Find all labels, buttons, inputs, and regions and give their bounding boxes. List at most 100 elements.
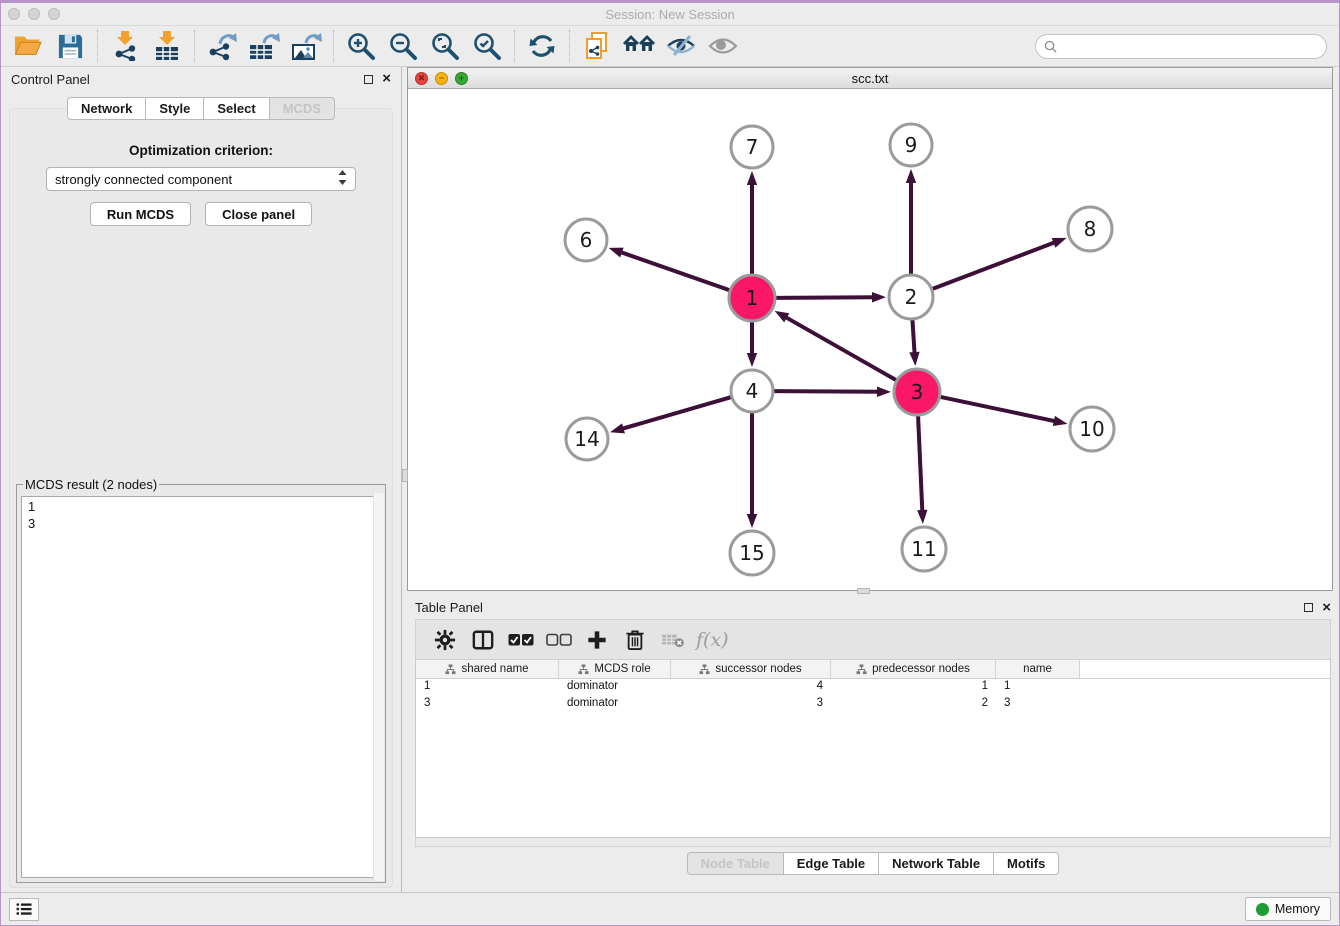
column-header-predecessor-nodes[interactable]: predecessor nodes bbox=[831, 660, 996, 678]
export-image-icon[interactable] bbox=[285, 28, 327, 64]
horizontal-splitter[interactable] bbox=[407, 591, 1339, 596]
column-header-shared-name[interactable]: shared name bbox=[416, 660, 559, 678]
result-scrollbar[interactable] bbox=[373, 493, 384, 881]
home-view-icon[interactable] bbox=[618, 28, 660, 64]
graph-edge-arrowhead bbox=[609, 248, 624, 258]
status-bar: Memory bbox=[1, 892, 1339, 925]
delete-table-icon[interactable] bbox=[654, 623, 692, 657]
cell-predecessor-nodes[interactable]: 1 bbox=[831, 679, 996, 696]
show-all-icon[interactable] bbox=[702, 28, 744, 64]
cell-successor-nodes[interactable]: 4 bbox=[671, 679, 831, 696]
deselect-all-icon[interactable] bbox=[540, 623, 578, 657]
graph-node-label: 7 bbox=[746, 135, 759, 159]
zoom-in-icon[interactable] bbox=[340, 28, 382, 64]
frame-close-icon[interactable]: ✕ bbox=[415, 72, 428, 85]
node-table: shared name MCDS role successor nodes pr… bbox=[415, 660, 1331, 838]
save-session-icon[interactable] bbox=[49, 28, 91, 64]
optimization-criterion-value: strongly connected component bbox=[55, 172, 232, 187]
tab-node-table[interactable]: Node Table bbox=[687, 852, 784, 875]
float-panel-icon[interactable] bbox=[364, 75, 373, 84]
network-window-titlebar[interactable]: ✕ − + scc.txt bbox=[408, 68, 1332, 89]
run-mcds-button[interactable]: Run MCDS bbox=[90, 202, 191, 226]
titlebar: Session: New Session bbox=[1, 3, 1339, 26]
tab-network-table[interactable]: Network Table bbox=[878, 852, 994, 875]
table-row[interactable]: 3 dominator 3 2 3 bbox=[416, 696, 1330, 713]
export-network-icon[interactable] bbox=[201, 28, 243, 64]
network-graph[interactable]: 7968124314101511 bbox=[408, 89, 1332, 589]
frame-minimize-icon[interactable]: − bbox=[435, 72, 448, 85]
cell-name[interactable]: 1 bbox=[996, 679, 1080, 696]
graph-edge-arrowhead bbox=[877, 387, 891, 397]
graph-edge-1-2[interactable] bbox=[776, 297, 875, 298]
graph-edge-arrowhead bbox=[747, 171, 757, 185]
tab-network[interactable]: Network bbox=[67, 97, 146, 120]
add-column-icon[interactable] bbox=[578, 623, 616, 657]
graph-edge-2-3[interactable] bbox=[912, 320, 914, 355]
column-view-icon[interactable] bbox=[464, 623, 502, 657]
splitter-handle[interactable] bbox=[857, 588, 870, 594]
close-panel-button[interactable]: Close panel bbox=[205, 202, 312, 226]
function-builder-icon[interactable]: f(x) bbox=[696, 629, 729, 651]
toolbar-separator bbox=[569, 30, 570, 62]
graph-edge-3-1[interactable] bbox=[784, 316, 896, 380]
open-session-icon[interactable] bbox=[7, 28, 49, 64]
table-hscrollbar[interactable] bbox=[415, 838, 1331, 847]
table-settings-icon[interactable] bbox=[426, 623, 464, 657]
close-panel-icon[interactable]: × bbox=[382, 74, 391, 84]
cell-name[interactable]: 3 bbox=[996, 696, 1080, 713]
application-window: Session: New Session bbox=[0, 0, 1340, 926]
select-chevrons-icon bbox=[338, 170, 347, 188]
cell-predecessor-nodes[interactable]: 2 bbox=[831, 696, 996, 713]
graph-edge-3-10[interactable] bbox=[940, 397, 1056, 422]
table-row[interactable]: 1 dominator 4 1 1 bbox=[416, 679, 1330, 696]
vertical-splitter[interactable] bbox=[401, 67, 407, 892]
cell-mcds-role[interactable]: dominator bbox=[559, 679, 671, 696]
cell-shared-name[interactable]: 3 bbox=[416, 696, 559, 713]
float-panel-icon[interactable] bbox=[1304, 603, 1313, 612]
tab-mcds[interactable]: MCDS bbox=[269, 97, 335, 120]
delete-columns-icon[interactable] bbox=[616, 623, 654, 657]
export-table-icon[interactable] bbox=[243, 28, 285, 64]
graph-edge-3-11[interactable] bbox=[918, 416, 922, 513]
hide-selected-icon[interactable] bbox=[660, 28, 702, 64]
tab-edge-table[interactable]: Edge Table bbox=[783, 852, 879, 875]
graph-edge-1-6[interactable] bbox=[619, 252, 729, 291]
refresh-layout-icon[interactable] bbox=[521, 28, 563, 64]
graph-edge-4-3[interactable] bbox=[774, 391, 880, 392]
cell-mcds-role[interactable]: dominator bbox=[559, 696, 671, 713]
column-header-mcds-role[interactable]: MCDS role bbox=[559, 660, 671, 678]
tab-motifs[interactable]: Motifs bbox=[993, 852, 1059, 875]
column-header-name[interactable]: name bbox=[996, 660, 1080, 678]
graph-edge-arrowhead bbox=[747, 353, 757, 367]
search-field[interactable] bbox=[1035, 34, 1327, 59]
cell-successor-nodes[interactable]: 3 bbox=[671, 696, 831, 713]
mcds-result-title: MCDS result (2 nodes) bbox=[23, 477, 159, 492]
task-history-button[interactable] bbox=[9, 898, 39, 921]
column-type-icon bbox=[578, 664, 589, 675]
mcds-result-list[interactable]: 1 3 bbox=[21, 496, 381, 878]
network-window-title: scc.txt bbox=[408, 71, 1332, 86]
toolbar-separator bbox=[97, 30, 98, 62]
zoom-out-icon[interactable] bbox=[382, 28, 424, 64]
network-canvas[interactable]: 7968124314101511 bbox=[408, 89, 1332, 590]
import-table-icon[interactable] bbox=[146, 28, 188, 64]
select-all-icon[interactable] bbox=[502, 623, 540, 657]
graph-edge-2-8[interactable] bbox=[933, 242, 1057, 289]
frame-maximize-icon[interactable]: + bbox=[455, 72, 468, 85]
column-header-successor-nodes[interactable]: successor nodes bbox=[671, 660, 831, 678]
zoom-selected-icon[interactable] bbox=[466, 28, 508, 64]
tab-select[interactable]: Select bbox=[203, 97, 269, 120]
search-input[interactable] bbox=[1062, 39, 1326, 53]
import-network-icon[interactable] bbox=[104, 28, 146, 64]
cell-shared-name[interactable]: 1 bbox=[416, 679, 559, 696]
search-icon bbox=[1044, 40, 1057, 53]
close-panel-icon[interactable]: × bbox=[1322, 603, 1331, 613]
graph-edge-arrowhead bbox=[909, 352, 919, 366]
optimization-criterion-select[interactable]: strongly connected component bbox=[46, 167, 356, 191]
graph-edge-4-14[interactable] bbox=[621, 397, 731, 429]
clone-network-icon[interactable] bbox=[576, 28, 618, 64]
memory-button[interactable]: Memory bbox=[1245, 897, 1331, 921]
graph-edge-arrowhead bbox=[917, 510, 927, 524]
zoom-fit-icon[interactable] bbox=[424, 28, 466, 64]
tab-style[interactable]: Style bbox=[145, 97, 204, 120]
